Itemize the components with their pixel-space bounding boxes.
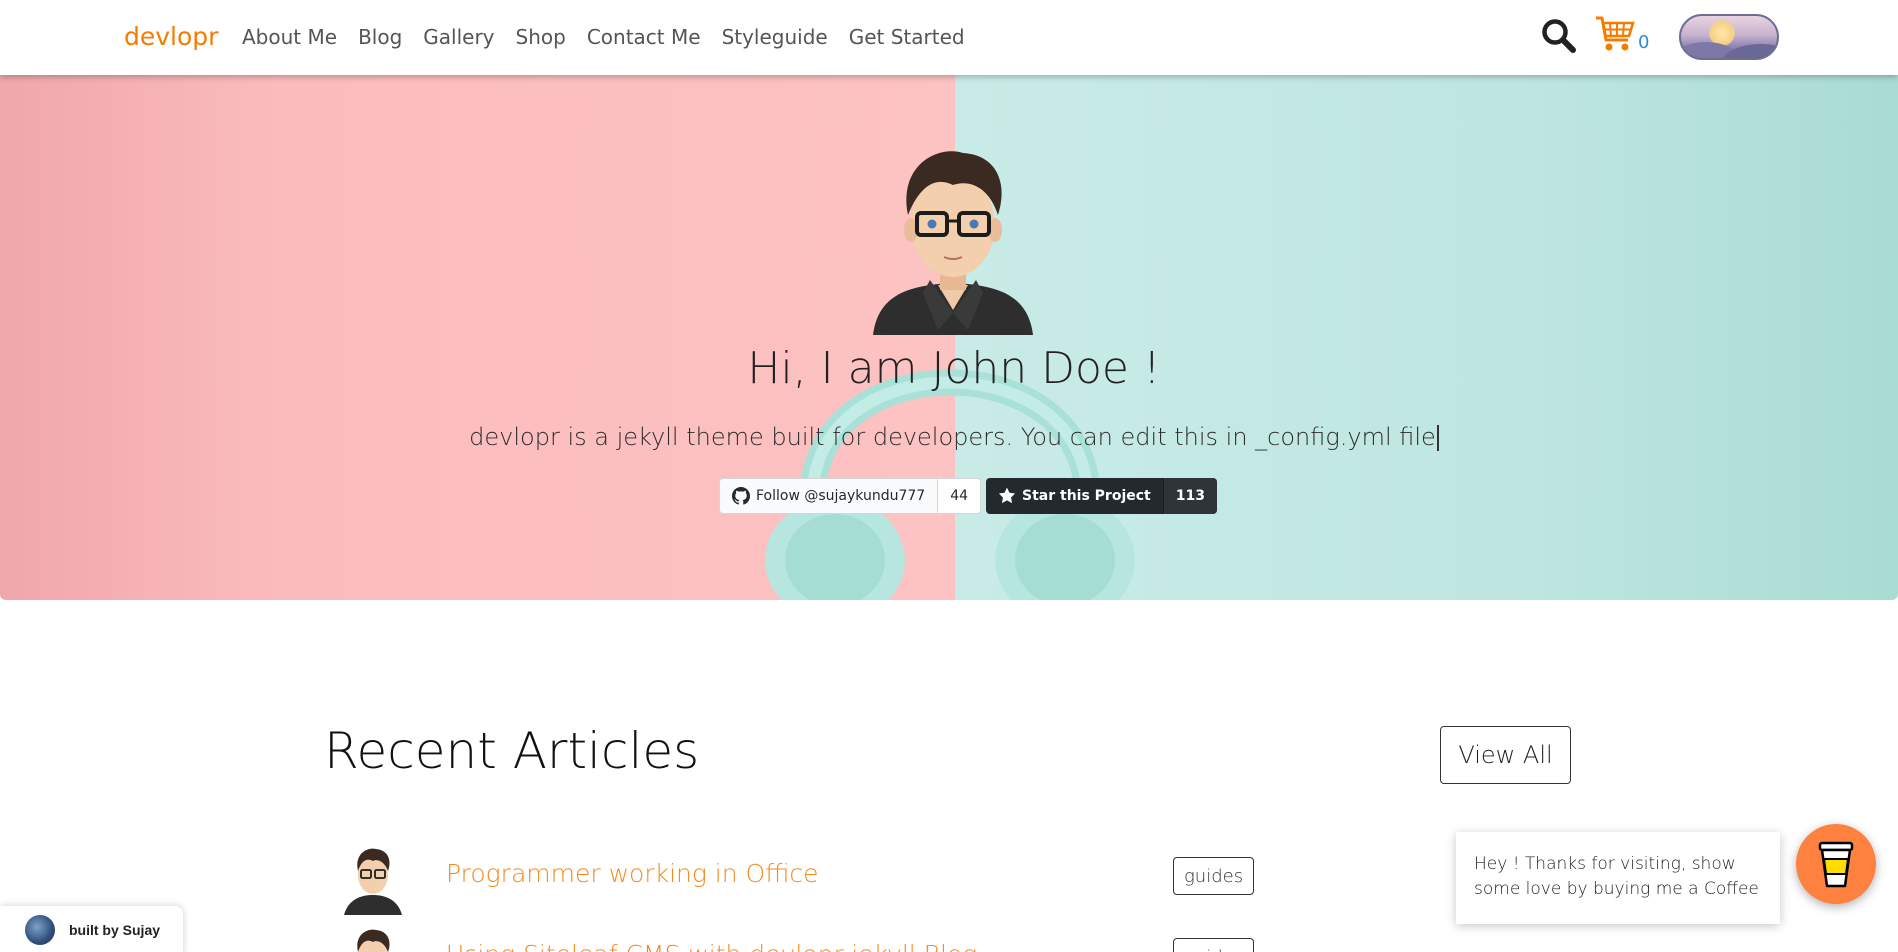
author-avatar [25, 915, 55, 945]
view-all-button[interactable]: View All [1440, 726, 1571, 784]
coffee-cup-icon [1818, 841, 1854, 888]
github-follow-widget: Follow @sujaykundu777 44 [719, 478, 982, 514]
nav-about-me[interactable]: About Me [242, 25, 337, 49]
github-follow-button[interactable]: Follow @sujaykundu777 [720, 479, 939, 513]
article-tag[interactable]: guides [1173, 857, 1255, 895]
profile-avatar [873, 151, 1033, 335]
hero-subtitle: devlopr is a jekyll theme built for deve… [0, 423, 1898, 451]
typing-caret [1436, 425, 1439, 451]
coffee-message-popup: Hey ! Thanks for visiting, show some lov… [1456, 832, 1780, 924]
article-title-link[interactable]: Programmer working in Office [446, 859, 819, 888]
nav-contact-me[interactable]: Contact Me [587, 25, 701, 49]
theme-toggle-icon[interactable] [1679, 14, 1779, 60]
buy-me-coffee-button[interactable] [1796, 824, 1876, 904]
article-row: Programmer working in Office guides [340, 845, 1260, 915]
nav-shop[interactable]: Shop [516, 25, 566, 49]
github-follower-count[interactable]: 44 [938, 479, 981, 513]
github-follow-label: Follow @sujaykundu777 [756, 488, 926, 504]
article-tag[interactable]: guides [1173, 938, 1255, 952]
article-title-link[interactable]: Using Siteleaf CMS with devlopr-jekyll B… [446, 940, 977, 952]
star-icon [998, 487, 1016, 504]
github-star-widget[interactable]: Star this Project 113 [986, 478, 1217, 514]
navbar: devlopr About Me Blog Gallery Shop Conta… [0, 0, 1898, 75]
cart-icon[interactable] [1594, 14, 1636, 54]
brand-logo[interactable]: devlopr [124, 22, 218, 51]
github-star-label: Star this Project [1022, 488, 1151, 504]
article-thumbnail [344, 848, 402, 915]
nav-styleguide[interactable]: Styleguide [722, 25, 828, 49]
hero-subtitle-text: devlopr is a jekyll theme built for deve… [469, 423, 1436, 451]
nav-blog[interactable]: Blog [358, 25, 402, 49]
hero-banner: Hi, I am John Doe ! devlopr is a jekyll … [0, 75, 1898, 600]
article-thumbnail [357, 929, 390, 952]
recent-articles-heading: Recent Articles [324, 722, 700, 780]
article-row: Using Siteleaf CMS with devlopr-jekyll B… [340, 926, 1260, 952]
cart-count-badge: 0 [1638, 32, 1650, 53]
built-by-badge[interactable]: built by Sujay [0, 906, 183, 952]
hero-title: Hi, I am John Doe ! [747, 343, 1161, 394]
nav-gallery[interactable]: Gallery [423, 25, 494, 49]
nav-links: About Me Blog Gallery Shop Contact Me St… [242, 25, 986, 49]
github-icon [732, 487, 750, 505]
github-star-count[interactable]: 113 [1163, 478, 1217, 514]
search-icon[interactable] [1540, 17, 1578, 55]
github-star-button[interactable]: Star this Project [986, 478, 1164, 514]
nav-get-started[interactable]: Get Started [849, 25, 965, 49]
built-by-label: built by Sujay [69, 922, 161, 938]
